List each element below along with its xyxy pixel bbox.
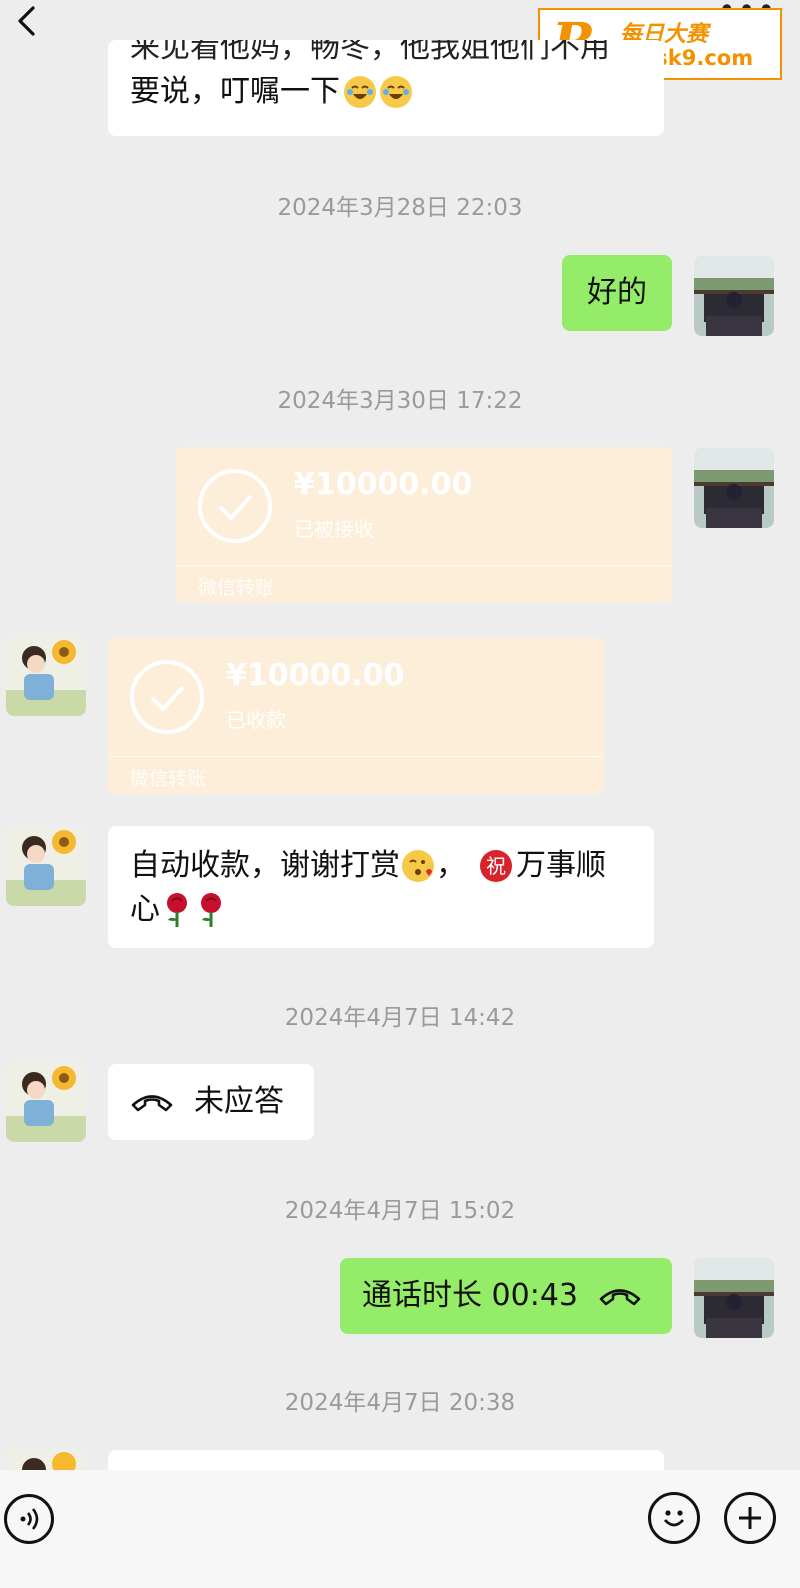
message-text: 自动收款，谢谢打赏 — [130, 848, 400, 883]
kiss-icon — [402, 850, 434, 882]
avatar-contact[interactable] — [6, 1448, 86, 1470]
timestamp: 2024年4月7日 14:42 — [284, 1005, 516, 1031]
call-duration-bubble[interactable]: 通话时长 00:43 — [340, 1258, 672, 1334]
message-bubble-partial[interactable] — [108, 1450, 664, 1470]
phone-hangup-icon — [599, 1289, 641, 1306]
timestamp: 2024年4月7日 15:02 — [284, 1198, 516, 1224]
transfer-source: 微信转账 — [198, 577, 275, 599]
transfer-amount: ¥10000.00 — [226, 658, 405, 693]
rose-icon — [201, 893, 221, 927]
call-duration-text: 通话时长 00:43 — [362, 1278, 578, 1313]
blessing-icon: 祝 — [480, 850, 512, 882]
message-bubble-sent[interactable]: 好的 — [562, 255, 672, 331]
emoji-icon — [663, 1510, 685, 1527]
divider — [108, 756, 604, 757]
transfer-status: 已收款 — [226, 708, 286, 732]
timestamp: 2024年4月7日 20:38 — [284, 1390, 516, 1416]
phone-hangup-icon — [131, 1095, 173, 1112]
divider — [176, 565, 672, 566]
avatar-self[interactable] — [694, 1258, 774, 1338]
avatar-contact[interactable] — [6, 826, 86, 906]
transfer-card-sent[interactable]: ¥10000.00 已被接收 微信转账 — [176, 447, 672, 603]
transfer-source: 微信转账 — [130, 768, 207, 790]
voice-button[interactable] — [4, 1494, 54, 1544]
rose-icon — [167, 893, 187, 927]
transfer-amount: ¥10000.00 — [294, 467, 473, 502]
avatar-self[interactable] — [694, 256, 774, 336]
laugh-cry-icon — [380, 76, 412, 108]
voice-icon — [20, 1508, 39, 1530]
check-circle-icon — [198, 469, 272, 543]
input-bar — [0, 1470, 800, 1588]
message-text-line2: 要说，叮嘱一下 — [130, 74, 340, 109]
chevron-left-icon — [18, 6, 35, 36]
message-bubble-received[interactable]: 自动收款，谢谢打赏 ， 祝 万事顺 心 — [108, 826, 654, 948]
message-text: 好的 — [587, 275, 647, 310]
message-text-line1: 来见看他妈，畅冬，他我姐他们不用 — [130, 40, 610, 65]
missed-call-bubble[interactable]: 未应答 — [108, 1064, 314, 1140]
timestamp: 2024年3月28日 22:03 — [277, 195, 523, 221]
emoji-button[interactable] — [648, 1492, 700, 1544]
plus-button[interactable] — [724, 1492, 776, 1544]
avatar-contact[interactable] — [6, 1062, 86, 1142]
message-bubble-partial[interactable]: 来见看他妈，畅冬，他我姐他们不用 要说，叮嘱一下 — [108, 40, 664, 136]
timestamp: 2024年3月30日 17:22 — [277, 388, 523, 414]
check-circle-icon — [130, 660, 204, 734]
avatar-contact[interactable] — [6, 636, 86, 716]
plus-icon — [739, 1507, 761, 1529]
transfer-status: 已被接收 — [294, 517, 374, 541]
missed-call-text: 未应答 — [194, 1084, 284, 1119]
avatar-self[interactable] — [694, 448, 774, 528]
back-button[interactable] — [10, 4, 42, 38]
laugh-cry-icon — [344, 76, 376, 108]
transfer-card-received[interactable]: ¥10000.00 已收款 微信转账 — [108, 638, 604, 794]
